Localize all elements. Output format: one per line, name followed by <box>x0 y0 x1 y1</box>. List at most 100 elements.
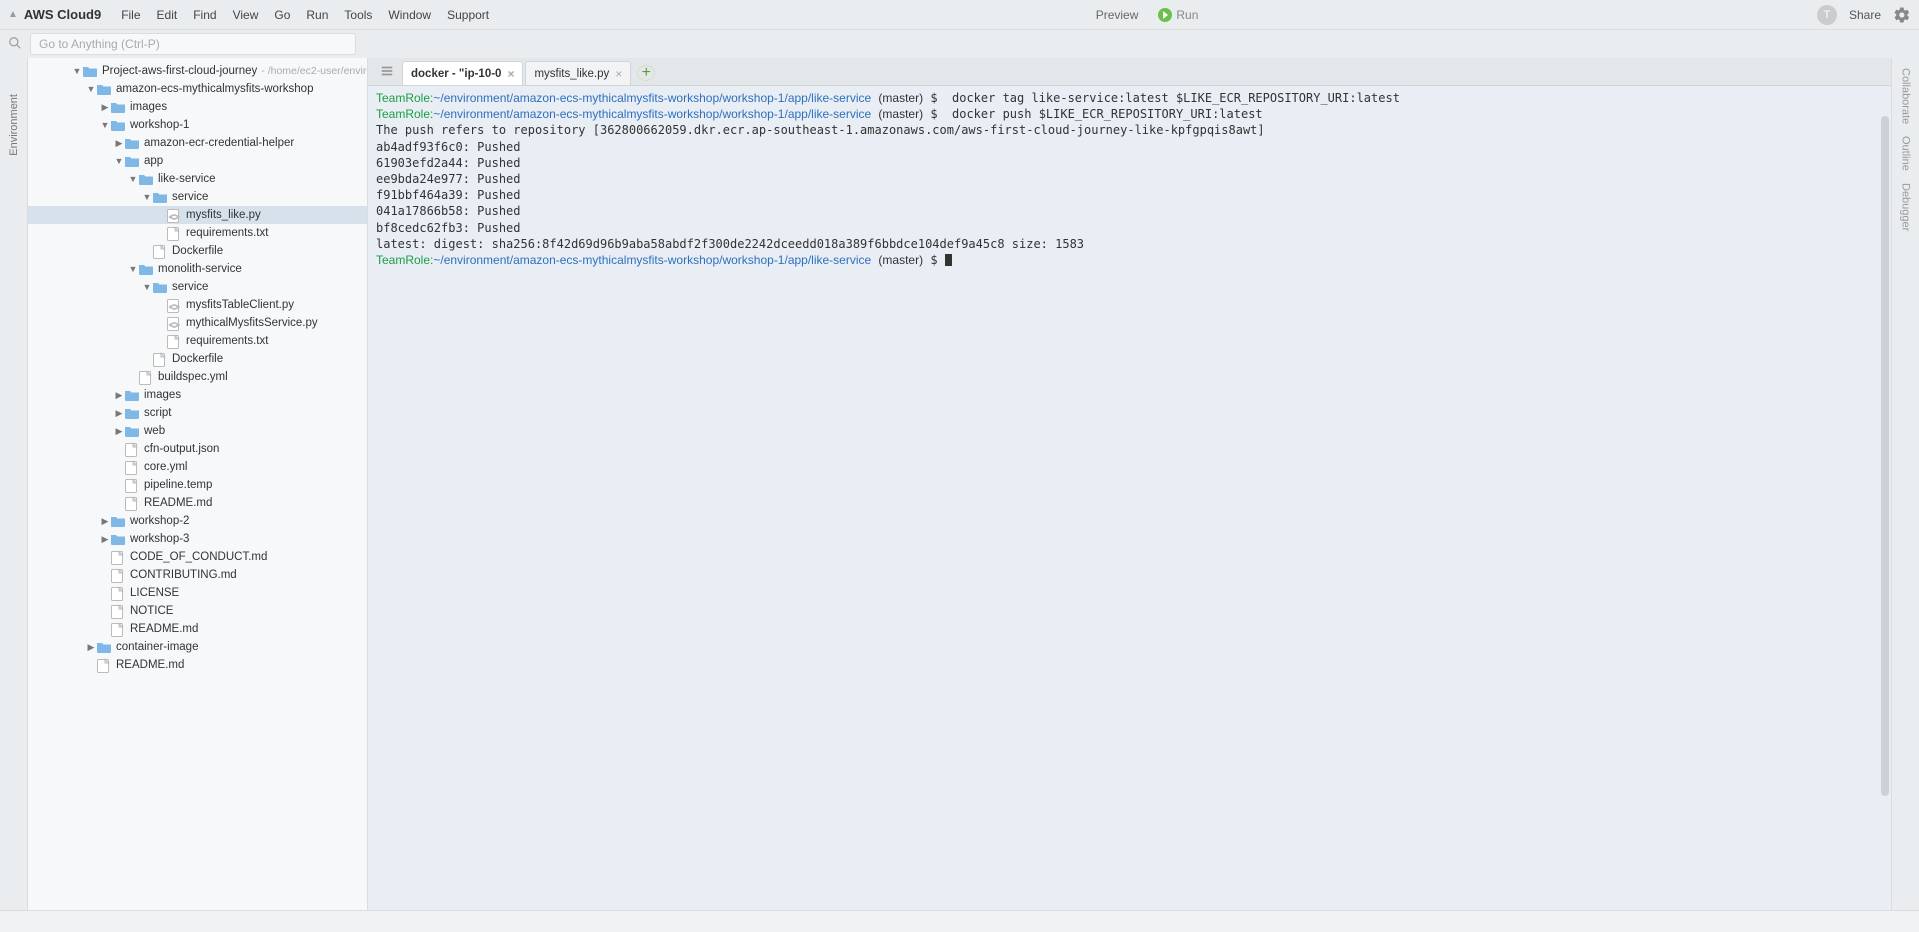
menu-item-run[interactable]: Run <box>298 8 336 22</box>
tab-list-icon[interactable] <box>372 60 402 85</box>
left-rail: Environment <box>0 58 28 910</box>
close-icon[interactable]: × <box>507 67 514 81</box>
folder-icon <box>138 262 154 276</box>
tree-file[interactable]: NOTICE <box>28 602 367 620</box>
settings-gear-icon[interactable] <box>1893 6 1911 24</box>
tree-file[interactable]: <>mythicalMysfitsService.py <box>28 314 367 332</box>
preview-button[interactable]: Preview <box>1096 8 1139 22</box>
share-button[interactable]: Share <box>1849 8 1881 22</box>
tree-file[interactable]: Dockerfile <box>28 242 367 260</box>
chevron-down-icon[interactable]: ▼ <box>142 282 152 292</box>
chevron-down-icon[interactable]: ▼ <box>86 84 96 94</box>
chevron-down-icon[interactable]: ▼ <box>114 156 124 166</box>
run-button[interactable]: Run <box>1158 8 1198 22</box>
tree-file[interactable]: cfn-output.json <box>28 440 367 458</box>
chevron-right-icon[interactable]: ▶ <box>100 516 110 527</box>
menu-item-edit[interactable]: Edit <box>149 8 186 22</box>
tree-item-label: CONTRIBUTING.md <box>130 569 237 581</box>
tree-folder[interactable]: ▶workshop-3 <box>28 530 367 548</box>
tree-folder[interactable]: ▼service <box>28 278 367 296</box>
right-panel-outline[interactable]: Outline <box>1900 130 1912 177</box>
tree-file[interactable]: CONTRIBUTING.md <box>28 566 367 584</box>
menu-item-window[interactable]: Window <box>380 8 439 22</box>
tab-label: docker - "ip-10-0 <box>411 68 501 80</box>
chevron-right-icon[interactable]: ▶ <box>114 426 124 437</box>
menu-item-file[interactable]: File <box>113 8 148 22</box>
right-panel-collaborate[interactable]: Collaborate <box>1900 62 1912 130</box>
tree-file[interactable]: requirements.txt <box>28 224 367 242</box>
tab-label: mysfits_like.py <box>534 68 609 80</box>
play-icon <box>1158 8 1172 22</box>
tree-file[interactable]: CODE_OF_CONDUCT.md <box>28 548 367 566</box>
tree-folder[interactable]: ▼like-service <box>28 170 367 188</box>
tree-folder[interactable]: ▼amazon-ecs-mythicalmysfits-workshop <box>28 80 367 98</box>
tab[interactable]: docker - "ip-10-0 × <box>402 61 523 85</box>
file-icon <box>124 478 140 492</box>
menu-item-view[interactable]: View <box>225 8 267 22</box>
tree-item-label: workshop-1 <box>130 119 189 131</box>
folder-icon <box>110 532 126 546</box>
scrollbar-thumb[interactable] <box>1881 116 1889 796</box>
tree-file[interactable]: README.md <box>28 494 367 512</box>
tree-file[interactable]: buildspec.yml <box>28 368 367 386</box>
terminal[interactable]: TeamRole:~/environment/amazon-ecs-mythic… <box>368 86 1891 910</box>
tree-folder[interactable]: ▶images <box>28 98 367 116</box>
tree-item-label: CODE_OF_CONDUCT.md <box>130 551 267 563</box>
tree-item-label: mysfitsTableClient.py <box>186 299 294 311</box>
chevron-right-icon[interactable]: ▶ <box>114 138 124 149</box>
new-tab-button[interactable]: + <box>637 65 655 81</box>
python-file-icon: <> <box>166 208 182 222</box>
tree-folder[interactable]: ▼ workshop-1 <box>28 116 367 134</box>
chevron-down-icon[interactable]: ▼ <box>72 66 82 76</box>
folder-icon <box>124 136 140 150</box>
tree-folder[interactable]: ▶images <box>28 386 367 404</box>
chevron-right-icon[interactable]: ▶ <box>100 534 110 545</box>
goto-anything-input[interactable] <box>30 33 356 55</box>
tab[interactable]: mysfits_like.py × <box>525 61 631 85</box>
tree-file[interactable]: README.md <box>28 620 367 638</box>
tree-folder[interactable]: ▶container-image <box>28 638 367 656</box>
menu-item-find[interactable]: Find <box>185 8 224 22</box>
folder-icon <box>124 154 140 168</box>
chevron-right-icon[interactable]: ▶ <box>86 642 96 653</box>
tree-folder[interactable]: ▶amazon-ecr-credential-helper <box>28 134 367 152</box>
chevron-down-icon[interactable]: ▼ <box>142 192 152 202</box>
tree-folder[interactable]: ▶ workshop-2 <box>28 512 367 530</box>
tree-file[interactable]: LICENSE <box>28 584 367 602</box>
svg-text:<>: <> <box>169 302 180 312</box>
chevron-right-icon[interactable]: ▶ <box>114 408 124 419</box>
chevron-down-icon[interactable]: ▼ <box>128 264 138 274</box>
file-icon <box>124 460 140 474</box>
chevron-right-icon[interactable]: ▶ <box>100 102 110 113</box>
tree-folder[interactable]: ▶web <box>28 422 367 440</box>
tree-file[interactable]: README.md <box>28 656 367 674</box>
right-panel-debugger[interactable]: Debugger <box>1900 177 1912 237</box>
project-root-row[interactable]: ▼ Project-aws-first-cloud-journey - /hom… <box>28 62 367 80</box>
tree-file[interactable]: <>mysfits_like.py <box>28 206 367 224</box>
avatar[interactable]: T <box>1817 5 1837 25</box>
file-icon <box>110 622 126 636</box>
search-icon[interactable] <box>6 36 24 53</box>
tree-item-label: workshop-2 <box>130 515 189 527</box>
tree-folder[interactable]: ▶script <box>28 404 367 422</box>
menu-item-support[interactable]: Support <box>439 8 497 22</box>
chevron-right-icon[interactable]: ▶ <box>114 390 124 401</box>
file-icon <box>110 568 126 582</box>
chevron-down-icon[interactable]: ▼ <box>128 174 138 184</box>
tree-folder[interactable]: ▼monolith-service <box>28 260 367 278</box>
tree-file[interactable]: requirements.txt <box>28 332 367 350</box>
close-icon[interactable]: × <box>615 67 622 81</box>
menu-item-tools[interactable]: Tools <box>336 8 380 22</box>
chevron-down-icon[interactable]: ▼ <box>100 120 110 130</box>
environment-panel-tab[interactable]: Environment <box>8 88 20 162</box>
tree-file[interactable]: Dockerfile <box>28 350 367 368</box>
tree-folder[interactable]: ▼app <box>28 152 367 170</box>
tree-item-label: README.md <box>130 623 198 635</box>
tree-folder[interactable]: ▼service <box>28 188 367 206</box>
tree-file[interactable]: core.yml <box>28 458 367 476</box>
menu-item-go[interactable]: Go <box>266 8 298 22</box>
tree-file[interactable]: pipeline.temp <box>28 476 367 494</box>
brand-caret-icon[interactable]: ▲ <box>8 9 18 20</box>
tree-file[interactable]: <> mysfitsTableClient.py <box>28 296 367 314</box>
file-icon <box>152 244 168 258</box>
